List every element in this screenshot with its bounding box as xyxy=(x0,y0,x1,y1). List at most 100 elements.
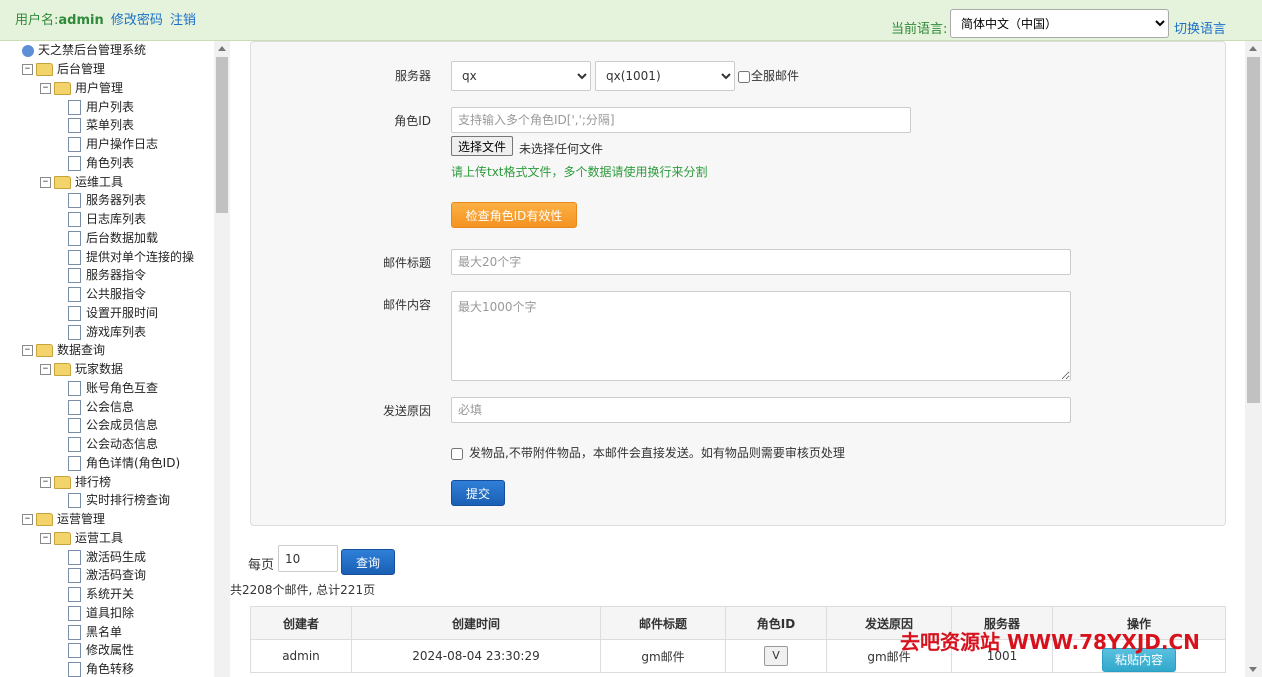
mail-title-input[interactable] xyxy=(451,249,1071,275)
tree-scrollbar[interactable] xyxy=(214,41,230,677)
tree-item[interactable]: 后台数据加载 xyxy=(68,229,158,247)
tree-label: 账号角色互查 xyxy=(86,380,159,395)
tree-item[interactable]: 设置开服时间 xyxy=(68,304,158,322)
tree-label: 后台管理 xyxy=(57,62,106,76)
scroll-up-icon[interactable] xyxy=(218,46,226,51)
direct-send-checkbox[interactable] xyxy=(451,448,463,460)
tree-label: 设置开服时间 xyxy=(86,305,159,320)
tree-item[interactable]: 系统开关 xyxy=(68,585,134,603)
folder-open-icon xyxy=(54,81,71,95)
tree-folder[interactable]: − 运维工具 xyxy=(40,173,123,191)
page-scrollbar-thumb[interactable] xyxy=(1247,57,1260,403)
role-id-input[interactable] xyxy=(451,107,911,133)
submit-button[interactable]: 提交 xyxy=(451,480,505,506)
collapse-toggle-icon[interactable]: − xyxy=(22,345,33,357)
all-servers-checkbox[interactable] xyxy=(738,71,750,83)
tree-item[interactable]: 公会动态信息 xyxy=(68,435,158,453)
choose-file-button[interactable]: 选择文件 xyxy=(451,136,514,156)
page-scrollbar[interactable] xyxy=(1245,41,1262,677)
tree-item[interactable]: 黑名单 xyxy=(68,623,122,641)
tree-item[interactable]: 角色列表 xyxy=(68,154,134,172)
tree-root[interactable]: 天之禁后台管理系统 xyxy=(22,41,146,59)
send-reason-input[interactable] xyxy=(451,397,1071,423)
tree-item[interactable]: 用户列表 xyxy=(68,98,134,116)
tree-item[interactable]: 菜单列表 xyxy=(68,116,134,134)
view-role-button[interactable]: V xyxy=(764,646,788,666)
page-icon xyxy=(68,455,81,471)
tree-label: 激活码生成 xyxy=(86,549,147,564)
collapse-toggle-icon[interactable]: − xyxy=(22,64,33,75)
page-icon xyxy=(68,418,81,434)
col-role-id: 角色ID xyxy=(725,606,827,640)
collapse-toggle-icon[interactable]: − xyxy=(40,476,51,488)
tree-item[interactable]: 服务器列表 xyxy=(68,191,146,209)
cell-created-time: 2024-08-04 23:30:29 xyxy=(351,639,601,673)
page-icon xyxy=(68,99,81,115)
page-icon xyxy=(68,624,81,640)
tree-folder[interactable]: − 用户管理 xyxy=(40,79,123,97)
tree-label: 后台数据加载 xyxy=(86,230,159,245)
page-icon xyxy=(68,380,81,396)
tree-folder[interactable]: − 后台管理 xyxy=(22,60,105,78)
tree-item[interactable]: 账号角色互查 xyxy=(68,379,158,397)
tree-folder[interactable]: − 运营工具 xyxy=(40,529,123,547)
server-select[interactable]: qx(1001) xyxy=(595,61,735,91)
page-scroll-up-icon[interactable] xyxy=(1249,46,1257,51)
tree-item[interactable]: 角色详情(角色ID) xyxy=(68,454,180,472)
change-password-link[interactable]: 修改密码 xyxy=(111,13,163,28)
folder-open-icon xyxy=(54,363,71,376)
tree-folder[interactable]: − 数据查询 xyxy=(22,341,105,359)
tree-scrollbar-thumb[interactable] xyxy=(216,57,228,213)
page-icon xyxy=(68,493,81,509)
tree-item[interactable]: 角色转移 xyxy=(68,660,134,677)
tree-item[interactable]: 道具扣除 xyxy=(68,604,134,622)
folder-open-icon xyxy=(54,531,71,545)
server-group-select[interactable]: qx xyxy=(451,61,591,91)
tree-label: 菜单列表 xyxy=(86,118,135,133)
col-creator: 创建者 xyxy=(250,606,352,640)
cell-role-id: V xyxy=(725,639,827,673)
switch-language-link[interactable]: 切换语言 xyxy=(1174,18,1226,37)
tree-item[interactable]: 激活码生成 xyxy=(68,548,146,566)
collapse-toggle-icon[interactable]: − xyxy=(40,532,51,544)
tree-folder[interactable]: − 排行榜 xyxy=(40,473,111,491)
tree-item[interactable]: 日志库列表 xyxy=(68,210,146,228)
col-created-time: 创建时间 xyxy=(351,606,601,640)
tree-label: 游戏库列表 xyxy=(86,324,147,339)
tree-item[interactable]: 公会信息 xyxy=(68,398,134,416)
tree-item[interactable]: 公共服指令 xyxy=(68,285,146,303)
tree-item[interactable]: 游戏库列表 xyxy=(68,323,146,341)
tree-label: 日志库列表 xyxy=(86,212,147,226)
mail-form-panel: 服务器 qx qx(1001) 全服邮件 角色ID 选择文件 未选择任何文件 请… xyxy=(250,41,1226,526)
tree-label: 运营工具 xyxy=(75,530,124,545)
logout-link[interactable]: 注销 xyxy=(170,13,196,28)
page-scroll-down-icon[interactable] xyxy=(1249,667,1257,672)
tree-item[interactable]: 公会成员信息 xyxy=(68,416,158,434)
username: admin xyxy=(58,13,104,28)
per-page-input[interactable] xyxy=(278,545,338,572)
check-role-button[interactable]: 检查角色ID有效性 xyxy=(451,202,577,228)
query-button[interactable]: 查询 xyxy=(341,549,395,575)
tree-item[interactable]: 服务器指令 xyxy=(68,266,146,284)
tree-item[interactable]: 实时排行榜查询 xyxy=(68,491,170,509)
collapse-toggle-icon[interactable]: − xyxy=(22,514,33,525)
tree-root-label: 天之禁后台管理系统 xyxy=(38,43,147,57)
page-icon xyxy=(68,568,81,584)
tree-item[interactable]: 用户操作日志 xyxy=(68,135,158,153)
tree-item[interactable]: 激活码查询 xyxy=(68,566,146,584)
collapse-toggle-icon[interactable]: − xyxy=(40,364,51,375)
computer-icon xyxy=(22,44,34,57)
tree-folder[interactable]: − 玩家数据 xyxy=(40,360,123,378)
tree-label: 数据查询 xyxy=(57,343,106,358)
page-icon xyxy=(68,605,81,621)
tree-item[interactable]: 提供对单个连接的操 xyxy=(68,248,194,266)
tree-folder[interactable]: − 运营管理 xyxy=(22,510,105,528)
col-mail-title: 邮件标题 xyxy=(600,606,726,640)
language-select[interactable]: 简体中文（中国） xyxy=(950,9,1169,38)
collapse-toggle-icon[interactable]: − xyxy=(40,82,51,94)
pager-summary: 共2208个邮件, 总计221页 xyxy=(230,583,376,597)
mail-content-textarea[interactable] xyxy=(451,291,1071,381)
collapse-toggle-icon[interactable]: − xyxy=(40,176,51,188)
direct-send-label: 发物品,不带附件物品，本邮件会直接发送。如有物品则需要审核页处理 xyxy=(469,446,845,460)
tree-item[interactable]: 修改属性 xyxy=(68,641,134,659)
